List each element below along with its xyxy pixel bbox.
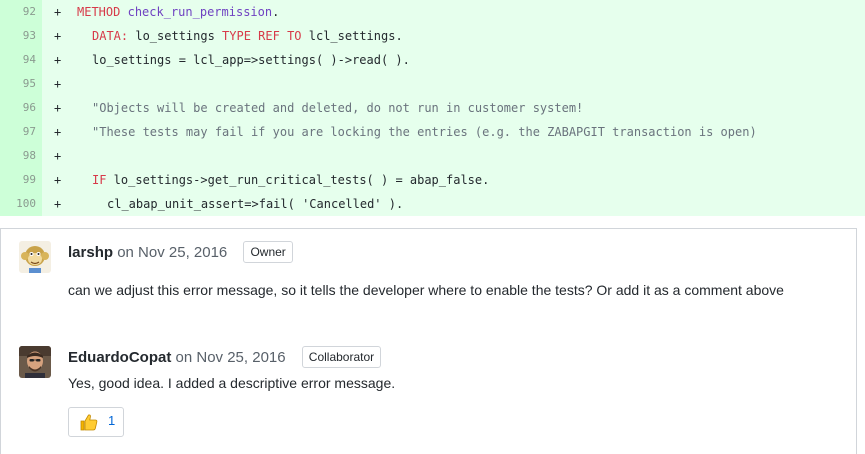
keyword: TYPE REF TO [222, 29, 302, 43]
added-marker: + [54, 77, 62, 91]
review-comment: larshp on Nov 25, 2016 Owner can we adju… [19, 241, 839, 331]
added-marker: + [54, 173, 62, 187]
comment-header: EduardoCopat on Nov 25, 2016 Collaborato… [68, 346, 382, 369]
code-text: cl_abap_unit_assert=>fail( 'Cancelled' )… [107, 197, 404, 211]
added-marker: + [54, 125, 62, 139]
line-number[interactable]: 92 [0, 0, 42, 24]
comment-date[interactable]: on Nov 25, 2016 [176, 349, 286, 366]
line-number[interactable]: 93 [0, 24, 42, 48]
line-number[interactable]: 98 [0, 144, 42, 168]
person-avatar-icon[interactable] [19, 346, 51, 378]
added-marker: + [54, 101, 62, 115]
monkey-avatar-icon[interactable] [19, 241, 51, 273]
added-marker: + [54, 29, 62, 43]
comment-header: larshp on Nov 25, 2016 Owner [68, 241, 293, 264]
method-name: check_run_permission [127, 5, 273, 19]
role-badge: Collaborator [301, 346, 382, 368]
code-comment: "Objects will be created and deleted, do… [92, 101, 584, 115]
line-number[interactable]: 100 [0, 192, 42, 216]
diff-line: 92 + METHOD check_run_permission. [0, 0, 865, 24]
added-marker: + [54, 149, 62, 163]
diff-view: 92 + METHOD check_run_permission. 93 + D… [0, 0, 865, 216]
keyword: DATA: [92, 29, 129, 43]
comment-date[interactable]: on Nov 25, 2016 [117, 244, 227, 261]
added-marker: + [54, 53, 62, 67]
keyword: IF [92, 173, 107, 187]
line-number[interactable]: 97 [0, 120, 42, 144]
code-text: METHOD check_run_permission. [77, 0, 279, 24]
code-condition: lo_settings->get_run_critical_tests( ) =… [106, 173, 490, 187]
diff-line: 94 + lo_settings = lcl_app=>settings( )-… [0, 48, 865, 72]
diff-line: 97 + "These tests may fail if you are lo… [0, 120, 865, 144]
code-text: lo_settings = lcl_app=>settings( )->read… [92, 53, 410, 67]
review-comment: EduardoCopat on Nov 25, 2016 Collaborato… [19, 346, 839, 446]
thumbs-up-reaction-button[interactable]: 1 [68, 407, 124, 437]
diff-line: 95 + [0, 72, 865, 96]
author-name[interactable]: larshp [68, 244, 113, 261]
diff-line: 98 + [0, 144, 865, 168]
code-var: lo_settings [128, 29, 223, 43]
comment-body: Yes, good idea. I added a descriptive er… [68, 375, 396, 391]
line-number[interactable]: 95 [0, 72, 42, 96]
review-thread: larshp on Nov 25, 2016 Owner can we adju… [0, 228, 857, 454]
diff-line: 100 + cl_abap_unit_assert=>fail( 'Cancel… [0, 192, 865, 216]
diff-line: 96 + "Objects will be created and delete… [0, 96, 865, 120]
code-text: IF lo_settings->get_run_critical_tests( … [92, 168, 489, 192]
code-comment: "These tests may fail if you are locking… [92, 125, 757, 139]
reaction-count: 1 [108, 413, 116, 428]
code-punct: . [272, 5, 280, 19]
thumbs-up-icon [79, 412, 99, 437]
code-text: DATA: lo_settings TYPE REF TO lcl_settin… [92, 24, 403, 48]
diff-line: 93 + DATA: lo_settings TYPE REF TO lcl_s… [0, 24, 865, 48]
added-marker: + [54, 5, 62, 19]
line-number[interactable]: 99 [0, 168, 42, 192]
keyword: METHOD [77, 5, 121, 19]
diff-line: 99 + IF lo_settings->get_run_critical_te… [0, 168, 865, 192]
line-number[interactable]: 96 [0, 96, 42, 120]
author-name[interactable]: EduardoCopat [68, 349, 171, 366]
line-number[interactable]: 94 [0, 48, 42, 72]
added-marker: + [54, 197, 62, 211]
role-badge: Owner [243, 241, 293, 263]
comment-body: can we adjust this error message, so it … [68, 282, 784, 298]
code-type: lcl_settings. [301, 29, 403, 43]
